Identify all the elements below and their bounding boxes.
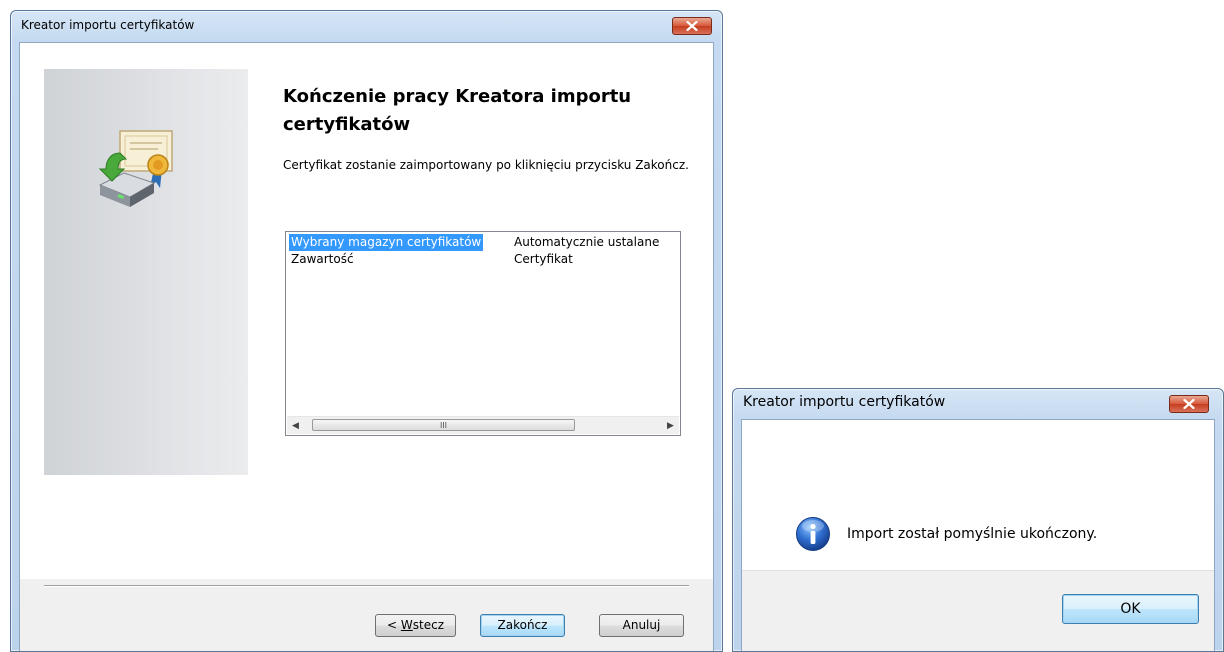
- wizard-banner: [44, 69, 248, 475]
- message-box-title-bar[interactable]: Kreator importu certyfikatów: [733, 389, 1223, 419]
- list-item-key: Zawartość: [291, 252, 354, 266]
- close-icon: [686, 21, 698, 31]
- wizard-content: Kończenie pracy Kreatora importu certyfi…: [20, 43, 713, 579]
- list-item-key: Wybrany magazyn certyfikatów: [289, 234, 484, 251]
- ok-button[interactable]: OK: [1062, 594, 1199, 624]
- wizard-close-button[interactable]: [672, 17, 712, 35]
- scroll-left-icon[interactable]: ◀: [287, 417, 304, 434]
- back-button-prefix: <: [387, 618, 401, 632]
- message-box-client: Import został pomyślnie ukończony. OK: [741, 419, 1215, 651]
- horizontal-scrollbar[interactable]: ◀ III ▶: [287, 416, 679, 434]
- message-box-footer: OK: [742, 570, 1214, 651]
- wizard-client-area: Kończenie pracy Kreatora importu certyfi…: [19, 42, 714, 651]
- finish-button-label: Zakończ: [497, 618, 548, 632]
- cancel-button-label: Anuluj: [622, 618, 661, 632]
- message-box-close-button[interactable]: [1169, 395, 1209, 413]
- wizard-title-bar[interactable]: Kreator importu certyfikatów: [11, 11, 722, 41]
- settings-summary-list[interactable]: Wybrany magazyn certyfikatów Automatyczn…: [285, 231, 681, 436]
- list-item-value: Automatycznie ustalane: [514, 235, 660, 249]
- scrollbar-grip: III: [439, 420, 448, 430]
- certificate-import-icon: [98, 130, 173, 207]
- cancel-button[interactable]: Anuluj: [599, 614, 684, 637]
- button-separator: [44, 585, 689, 587]
- message-box-title: Kreator importu certyfikatów: [743, 394, 946, 410]
- message-box-window: Kreator importu certyfikatów Import zost…: [732, 388, 1224, 652]
- scrollbar-thumb[interactable]: III: [312, 419, 575, 431]
- finish-button[interactable]: Zakończ: [480, 614, 565, 637]
- wizard-description: Certyfikat zostanie zaimportowany po kli…: [283, 158, 689, 172]
- wizard-window: Kreator importu certyfikatów Kończenie p…: [10, 10, 723, 652]
- back-button[interactable]: < Wstecz: [375, 614, 456, 637]
- info-icon: [796, 517, 830, 551]
- wizard-title: Kreator importu certyfikatów: [21, 18, 195, 32]
- wizard-heading: Kończenie pracy Kreatora importu certyfi…: [283, 86, 632, 135]
- back-button-mnemonic: W: [400, 618, 413, 632]
- scroll-right-icon[interactable]: ▶: [662, 417, 679, 434]
- message-text: Import został pomyślnie ukończony.: [847, 526, 1098, 542]
- back-button-label: stecz: [412, 618, 444, 632]
- ok-button-label: OK: [1120, 601, 1141, 617]
- close-icon: [1183, 399, 1195, 409]
- list-item-value: Certyfikat: [514, 252, 573, 266]
